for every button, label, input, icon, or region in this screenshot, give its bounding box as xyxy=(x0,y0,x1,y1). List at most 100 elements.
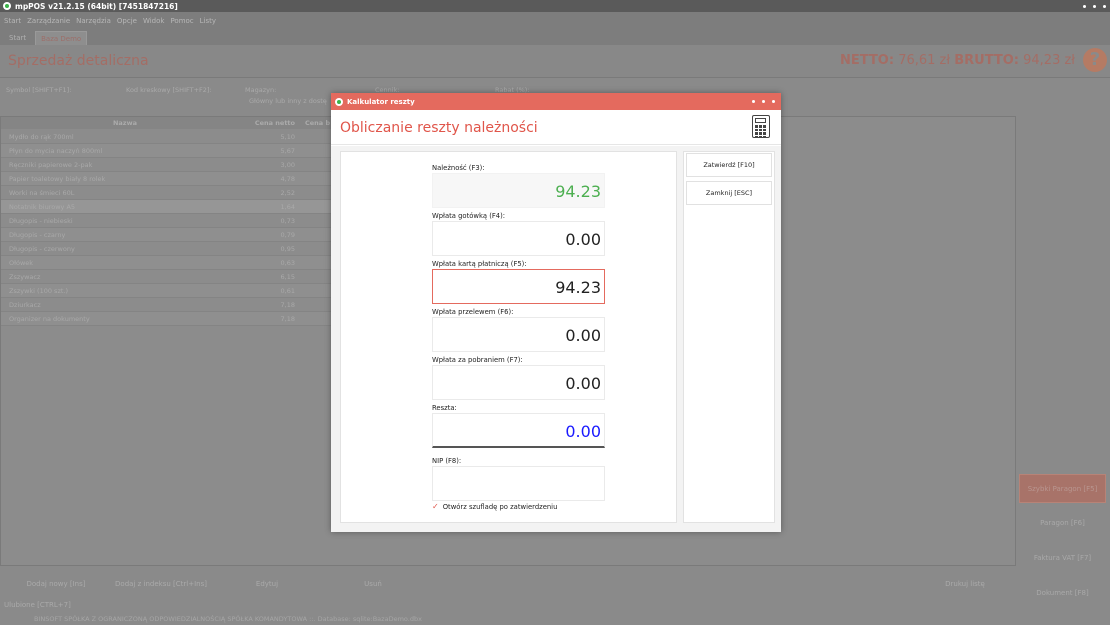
table-row[interactable]: Worki na śmieci 60L 2,52 xyxy=(1,186,331,200)
netto-label: NETTO: xyxy=(840,53,895,68)
document-button[interactable]: Dokument [F8] xyxy=(1019,578,1106,607)
dialog-heading: Obliczanie reszty należności xyxy=(340,120,538,136)
invoice-button[interactable]: Faktura VAT [F7] xyxy=(1019,543,1106,572)
netto-value: 76,61 zł xyxy=(898,53,951,68)
symbol-label: Symbol [SHIFT+F1]: xyxy=(6,86,72,94)
checkmark-icon: ✓ xyxy=(432,502,439,511)
row-name: Zszywacz xyxy=(9,272,41,281)
table-row[interactable]: Długopis - czerwony 0,95 xyxy=(1,242,331,256)
cod-label: Wpłata za pobraniem (F7): xyxy=(432,356,523,364)
row-name: Worki na śmieci 60L xyxy=(9,188,75,197)
column-net-price[interactable]: Cena netto xyxy=(241,119,299,127)
menu-tools[interactable]: Narzędzia xyxy=(76,17,111,25)
row-name: Długopis - niebieski xyxy=(9,216,73,225)
window-menu-dots-icon[interactable] xyxy=(1083,0,1106,12)
close-button[interactable]: Zamknij [ESC] xyxy=(686,181,772,205)
barcode-label: Kod kreskowy [SHIFT+F2]: xyxy=(126,86,212,94)
row-name: Zszywki (100 szt.) xyxy=(9,286,69,295)
app-title: mpPOS v21.2.15 (64bit) [7451847216] xyxy=(15,1,178,11)
tab-baza-demo[interactable]: Baza Demo xyxy=(35,31,88,45)
dialog-body: Należność (F3): 94.23 Wpłata gotówką (F4… xyxy=(331,146,781,532)
transfer-payment-input[interactable]: 0.00 xyxy=(432,317,605,352)
add-from-index-button[interactable]: Dodaj z indeksu [Ctrl+Ins] xyxy=(106,576,216,592)
row-name: Długopis - czerwony xyxy=(9,244,75,253)
card-payment-input[interactable]: 94.23 xyxy=(432,269,605,304)
help-icon[interactable]: ? xyxy=(1083,48,1107,72)
dialog-actions: Zatwierdź [F10] Zamknij [ESC] xyxy=(683,151,775,523)
menu-start[interactable]: Start xyxy=(4,17,21,25)
table-row[interactable]: Ręczniki papierowe 2-pak 3,00 xyxy=(1,158,331,172)
row-net: 7,18 xyxy=(280,300,295,309)
row-name: Ręczniki papierowe 2-pak xyxy=(9,160,93,169)
column-gross-price[interactable]: Cena b xyxy=(299,119,330,127)
due-label: Należność (F3): xyxy=(432,164,485,172)
row-net: 4,78 xyxy=(280,174,295,183)
table-row[interactable]: Dziurkacz 7,18 xyxy=(1,298,331,312)
card-label: Wpłata kartą płatniczą (F5): xyxy=(432,260,527,268)
open-drawer-checkbox[interactable]: ✓ Otwórz szufladę po zatwierdzeniu xyxy=(432,502,557,511)
dialog-titlebar[interactable]: Kalkulator reszty xyxy=(331,93,781,110)
cash-label: Wpłata gotówką (F4): xyxy=(432,212,506,220)
open-drawer-label: Otwórz szufladę po zatwierdzeniu xyxy=(442,502,558,511)
table-row[interactable]: Notatnik biurowy A5 1,64 xyxy=(1,200,331,214)
totals: NETTO: 76,61 zł BRUTTO: 94,23 zł xyxy=(840,53,1075,68)
page-title: Sprzedaż detaliczna xyxy=(8,53,149,69)
row-net: 0,63 xyxy=(280,258,295,267)
dialog-logo-icon xyxy=(335,97,343,106)
dialog-title: Kalkulator reszty xyxy=(347,97,415,106)
menu-manage[interactable]: Zarządzanie xyxy=(27,17,70,25)
tab-start[interactable]: Start xyxy=(4,31,31,45)
quick-receipt-button[interactable]: Szybki Paragon [F5] xyxy=(1019,474,1106,503)
row-name: Ołówek xyxy=(9,258,34,267)
menu-view[interactable]: Widok xyxy=(143,17,165,25)
row-net: 5,67 xyxy=(280,146,295,155)
cash-payment-input[interactable]: 0.00 xyxy=(432,221,605,256)
table-row[interactable]: Zszywacz 6,15 xyxy=(1,270,331,284)
table-row[interactable]: Zszywki (100 szt.) 0,61 xyxy=(1,284,331,298)
table-row[interactable]: Papier toaletowy biały 8 rolek 4,78 xyxy=(1,172,331,186)
menubar: Start Zarządzanie Narzędzia Opcje Widok … xyxy=(0,12,1110,29)
table-actions: Dodaj nowy [Ins] Dodaj z indeksu [Ctrl+I… xyxy=(0,572,1016,596)
remove-button[interactable]: Usuń xyxy=(326,576,420,592)
table-row[interactable]: Ołówek 0,63 xyxy=(1,256,331,270)
row-net: 6,15 xyxy=(280,272,295,281)
calculator-icon xyxy=(752,115,770,138)
add-new-button[interactable]: Dodaj nowy [Ins] xyxy=(8,576,104,592)
row-name: Organizer na dokumenty xyxy=(9,314,90,323)
table-row[interactable]: Organizer na dokumenty 7,18 xyxy=(1,312,331,326)
row-net: 3,00 xyxy=(280,160,295,169)
row-name: Dziurkacz xyxy=(9,300,41,309)
row-net: 0,73 xyxy=(280,216,295,225)
menu-options[interactable]: Opcje xyxy=(117,17,137,25)
nip-label: NIP (F8): xyxy=(432,457,462,465)
table-row[interactable]: Długopis - niebieski 0,73 xyxy=(1,214,331,228)
receipt-button[interactable]: Paragon [F6] xyxy=(1019,508,1106,537)
row-name: Płyn do mycia naczyń 800ml xyxy=(9,146,103,155)
table-row[interactable]: Płyn do mycia naczyń 800ml 5,67 xyxy=(1,144,331,158)
brutto-label: BRUTTO: xyxy=(954,53,1019,68)
table-row[interactable]: Długopis - czarny 0,79 xyxy=(1,228,331,242)
change-field: 0.00 xyxy=(432,413,605,448)
confirm-button[interactable]: Zatwierdź [F10] xyxy=(686,153,772,177)
app-logo-icon xyxy=(3,2,11,10)
dialog-menu-dots-icon[interactable] xyxy=(752,93,775,110)
nip-input[interactable] xyxy=(432,466,605,501)
change-label: Reszta: xyxy=(432,404,457,412)
cod-payment-input[interactable]: 0.00 xyxy=(432,365,605,400)
favorites-bar[interactable]: Ulubione [CTRL+7] xyxy=(0,598,1016,612)
menu-lists[interactable]: Listy xyxy=(200,17,216,25)
row-name: Notatnik biurowy A5 xyxy=(9,202,76,211)
warehouse-select[interactable]: Główny lub inny z dostę xyxy=(249,97,327,105)
print-list-button[interactable]: Drukuj listę xyxy=(918,576,1012,592)
menu-help[interactable]: Pomoc xyxy=(170,17,193,25)
edit-button[interactable]: Edytuj xyxy=(220,576,314,592)
due-field: 94.23 xyxy=(432,173,605,208)
column-name[interactable]: Nazwa xyxy=(1,119,241,127)
row-net: 2,52 xyxy=(280,188,295,197)
table-row[interactable]: Mydło do rąk 700ml 5,10 xyxy=(1,130,331,144)
warehouse-label: Magazyn: xyxy=(245,86,277,94)
status-bar: BINSOFT SPÓŁKA Z OGRANICZONĄ ODPOWIEDZIA… xyxy=(0,613,1016,625)
table-header: Nazwa Cena netto Cena b xyxy=(1,117,331,129)
status-text: BINSOFT SPÓŁKA Z OGRANICZONĄ ODPOWIEDZIA… xyxy=(34,615,422,623)
row-net: 7,18 xyxy=(280,314,295,323)
